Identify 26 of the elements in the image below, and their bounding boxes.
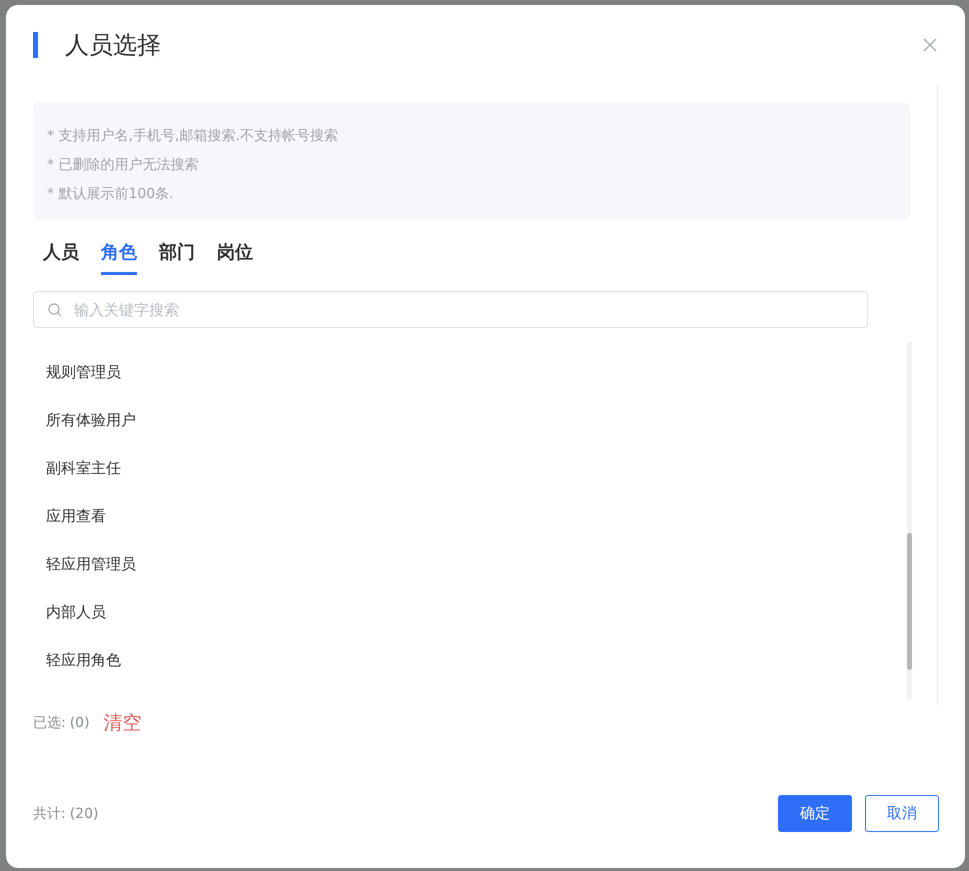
role-item[interactable]: 内部人员 (33, 603, 907, 651)
role-item[interactable]: 所有体验用户 (33, 411, 907, 459)
role-item[interactable]: 副科室主任 (33, 459, 907, 507)
cancel-button[interactable]: 取消 (865, 795, 939, 832)
role-item[interactable]: 轻应用管理员 (33, 555, 907, 603)
scrollbar[interactable] (907, 342, 912, 700)
close-icon[interactable] (923, 38, 937, 52)
total-label: 共计: (33, 804, 66, 822)
selected-label: 已选: (33, 714, 66, 732)
role-item[interactable]: 轻应用角色 (33, 651, 907, 699)
note-text: * 默认展示前100条. (47, 185, 175, 204)
role-item[interactable]: 应用查看 (33, 507, 907, 555)
tab[interactable]: 岗位 (217, 234, 253, 275)
title-accent-bar (33, 32, 38, 58)
search-field[interactable]: 输入关键字搜索 (33, 291, 868, 328)
tab[interactable]: 角色 (101, 234, 137, 275)
note-text: * 已删除的用户无法搜索 (47, 156, 200, 175)
clear-link[interactable]: 清空 (104, 710, 142, 736)
selected-count: (0) (70, 715, 90, 731)
role-item[interactable]: 规则管理员 (33, 363, 907, 411)
total-count: (20) (70, 806, 98, 822)
dialog-title: 人员选择 (65, 30, 162, 61)
note-text: * 支持用户名,手机号,邮箱搜索.不支持帐号搜索 (47, 127, 339, 146)
tab[interactable]: 部门 (159, 234, 195, 275)
confirm-button[interactable]: 确定 (778, 795, 852, 832)
tab[interactable]: 人员 (43, 234, 79, 275)
